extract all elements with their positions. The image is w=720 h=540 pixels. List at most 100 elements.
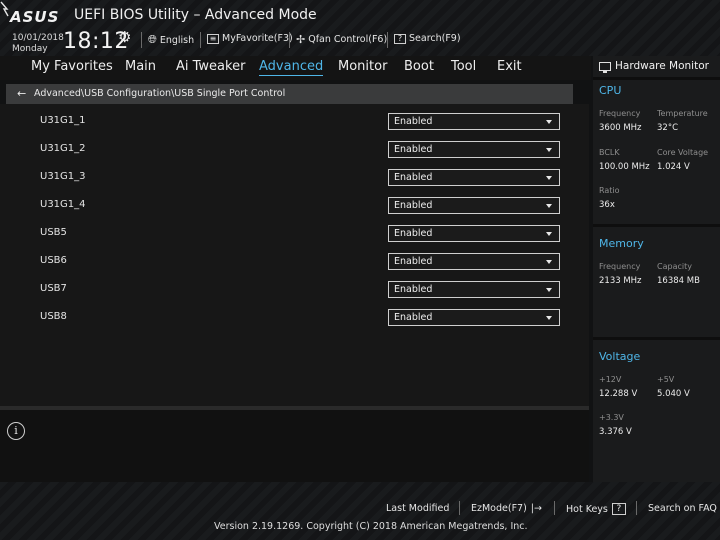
- setting-label-u31g1-4: U31G1_4: [40, 199, 86, 210]
- cpu-temperature-value: 32°C: [657, 123, 679, 133]
- select-value: Enabled: [394, 256, 433, 267]
- dropdown-arrow-icon: [546, 316, 552, 320]
- setting-label-u31g1-1: U31G1_1: [40, 115, 86, 126]
- dropdown-arrow-icon: [546, 288, 552, 292]
- monitor-icon: [599, 61, 611, 73]
- setting-label-u31g1-3: U31G1_3: [40, 171, 86, 182]
- core-voltage-label: Core Voltage: [657, 148, 709, 157]
- cpu-temperature-label: Temperature: [657, 109, 708, 118]
- divider: [593, 77, 720, 80]
- qfan-label: Qfan Control(F6): [308, 34, 388, 45]
- breadcrumb: ← Advanced\USB Configuration\USB Single …: [6, 84, 573, 104]
- gear-icon[interactable]: ⚙: [118, 28, 131, 46]
- setting-select-usb8[interactable]: Enabled: [388, 309, 560, 326]
- tab-exit[interactable]: Exit: [497, 59, 522, 74]
- memory-capacity-value: 16384 MB: [657, 276, 700, 286]
- setting-label-usb5: USB5: [40, 227, 67, 238]
- divider: [593, 224, 720, 227]
- tab-ai-tweaker[interactable]: Ai Tweaker: [176, 59, 245, 74]
- exit-arrow-icon: |→: [530, 503, 542, 514]
- divider: [141, 32, 142, 48]
- qfan-button[interactable]: ✢ Qfan Control(F6): [296, 33, 387, 46]
- day-text: Monday: [12, 44, 48, 54]
- select-value: Enabled: [394, 312, 433, 323]
- setting-select-usb7[interactable]: Enabled: [388, 281, 560, 298]
- hardware-monitor-label: Hardware Monitor: [615, 60, 709, 72]
- dropdown-arrow-icon: [546, 120, 552, 124]
- divider: [593, 337, 720, 340]
- tab-main[interactable]: Main: [125, 59, 156, 74]
- ezmode-label: EzMode(F7): [471, 503, 527, 514]
- v33-label: +3.3V: [599, 413, 624, 422]
- tab-monitor[interactable]: Monitor: [338, 59, 387, 74]
- bclk-value: 100.00 MHz: [599, 162, 650, 172]
- search-icon: ?: [394, 33, 406, 44]
- select-value: Enabled: [394, 228, 433, 239]
- memory-capacity-label: Capacity: [657, 262, 692, 271]
- date-display: 10/01/2018 Monday: [12, 33, 64, 55]
- v12-value: 12.288 V: [599, 389, 638, 399]
- app-title: UEFI BIOS Utility – Advanced Mode: [74, 7, 317, 23]
- divider: [554, 501, 555, 515]
- last-modified-button[interactable]: Last Modified: [386, 503, 449, 514]
- voltage-heading: Voltage: [599, 350, 641, 363]
- setting-select-u31g1-4[interactable]: Enabled: [388, 197, 560, 214]
- divider: [289, 32, 290, 48]
- breadcrumb-path: Advanced\USB Configuration\USB Single Po…: [34, 88, 286, 99]
- select-value: Enabled: [394, 284, 433, 295]
- memory-frequency-value: 2133 MHz: [599, 276, 642, 286]
- ratio-label: Ratio: [599, 186, 620, 195]
- dropdown-arrow-icon: [546, 204, 552, 208]
- fan-icon: ✢: [296, 33, 306, 46]
- ratio-value: 36x: [599, 200, 615, 210]
- core-voltage-value: 1.024 V: [657, 162, 690, 172]
- dropdown-arrow-icon: [546, 232, 552, 236]
- help-icon: ?: [611, 503, 626, 515]
- search-faq-button[interactable]: Search on FAQ: [648, 503, 717, 514]
- memory-heading: Memory: [599, 237, 644, 250]
- setting-label-usb6: USB6: [40, 255, 67, 266]
- divider: [200, 32, 201, 48]
- tab-tool[interactable]: Tool: [451, 59, 476, 74]
- help-panel: [0, 410, 589, 482]
- divider: [636, 501, 637, 515]
- v12-label: +12V: [599, 375, 622, 384]
- setting-select-u31g1-3[interactable]: Enabled: [388, 169, 560, 186]
- dropdown-arrow-icon: [546, 176, 552, 180]
- ezmode-button[interactable]: EzMode(F7) |→: [471, 503, 542, 514]
- v5-label: +5V: [657, 375, 675, 384]
- bclk-label: BCLK: [599, 148, 620, 157]
- search-label: Search(F9): [409, 33, 461, 44]
- corner-arrow-icon: [0, 1, 9, 17]
- asus-logo: ASUS: [10, 8, 60, 26]
- tab-boot[interactable]: Boot: [404, 59, 434, 74]
- v33-value: 3.376 V: [599, 427, 632, 437]
- select-value: Enabled: [394, 200, 433, 211]
- cpu-heading: CPU: [599, 84, 622, 97]
- search-faq-label: Search on FAQ: [648, 503, 717, 514]
- my-favorite-label: MyFavorite(F3): [222, 33, 293, 44]
- dropdown-arrow-icon: [546, 148, 552, 152]
- info-icon: i: [7, 422, 25, 440]
- select-value: Enabled: [394, 116, 433, 127]
- hot-keys-button[interactable]: Hot Keys?: [566, 503, 626, 515]
- setting-select-u31g1-2[interactable]: Enabled: [388, 141, 560, 158]
- date-text: 10/01/2018: [12, 33, 64, 43]
- tab-advanced[interactable]: Advanced: [259, 59, 324, 76]
- divider: [387, 32, 388, 48]
- setting-label-usb7: USB7: [40, 283, 67, 294]
- copyright-text: Version 2.19.1269. Copyright (C) 2018 Am…: [214, 521, 528, 532]
- back-arrow-icon[interactable]: ←: [17, 84, 26, 104]
- setting-select-usb6[interactable]: Enabled: [388, 253, 560, 270]
- setting-select-usb5[interactable]: Enabled: [388, 225, 560, 242]
- setting-select-u31g1-1[interactable]: Enabled: [388, 113, 560, 130]
- hardware-monitor-title: Hardware Monitor: [599, 60, 709, 73]
- language-button[interactable]: 🌐︎ English: [148, 33, 194, 47]
- my-favorite-button[interactable]: ≡ MyFavorite(F3): [207, 33, 293, 44]
- dropdown-arrow-icon: [546, 260, 552, 264]
- setting-label-u31g1-2: U31G1_2: [40, 143, 86, 154]
- language-label: English: [159, 34, 195, 46]
- tab-my-favorites[interactable]: My Favorites: [31, 59, 113, 74]
- search-button[interactable]: ? Search(F9): [394, 33, 461, 44]
- setting-label-usb8: USB8: [40, 311, 67, 322]
